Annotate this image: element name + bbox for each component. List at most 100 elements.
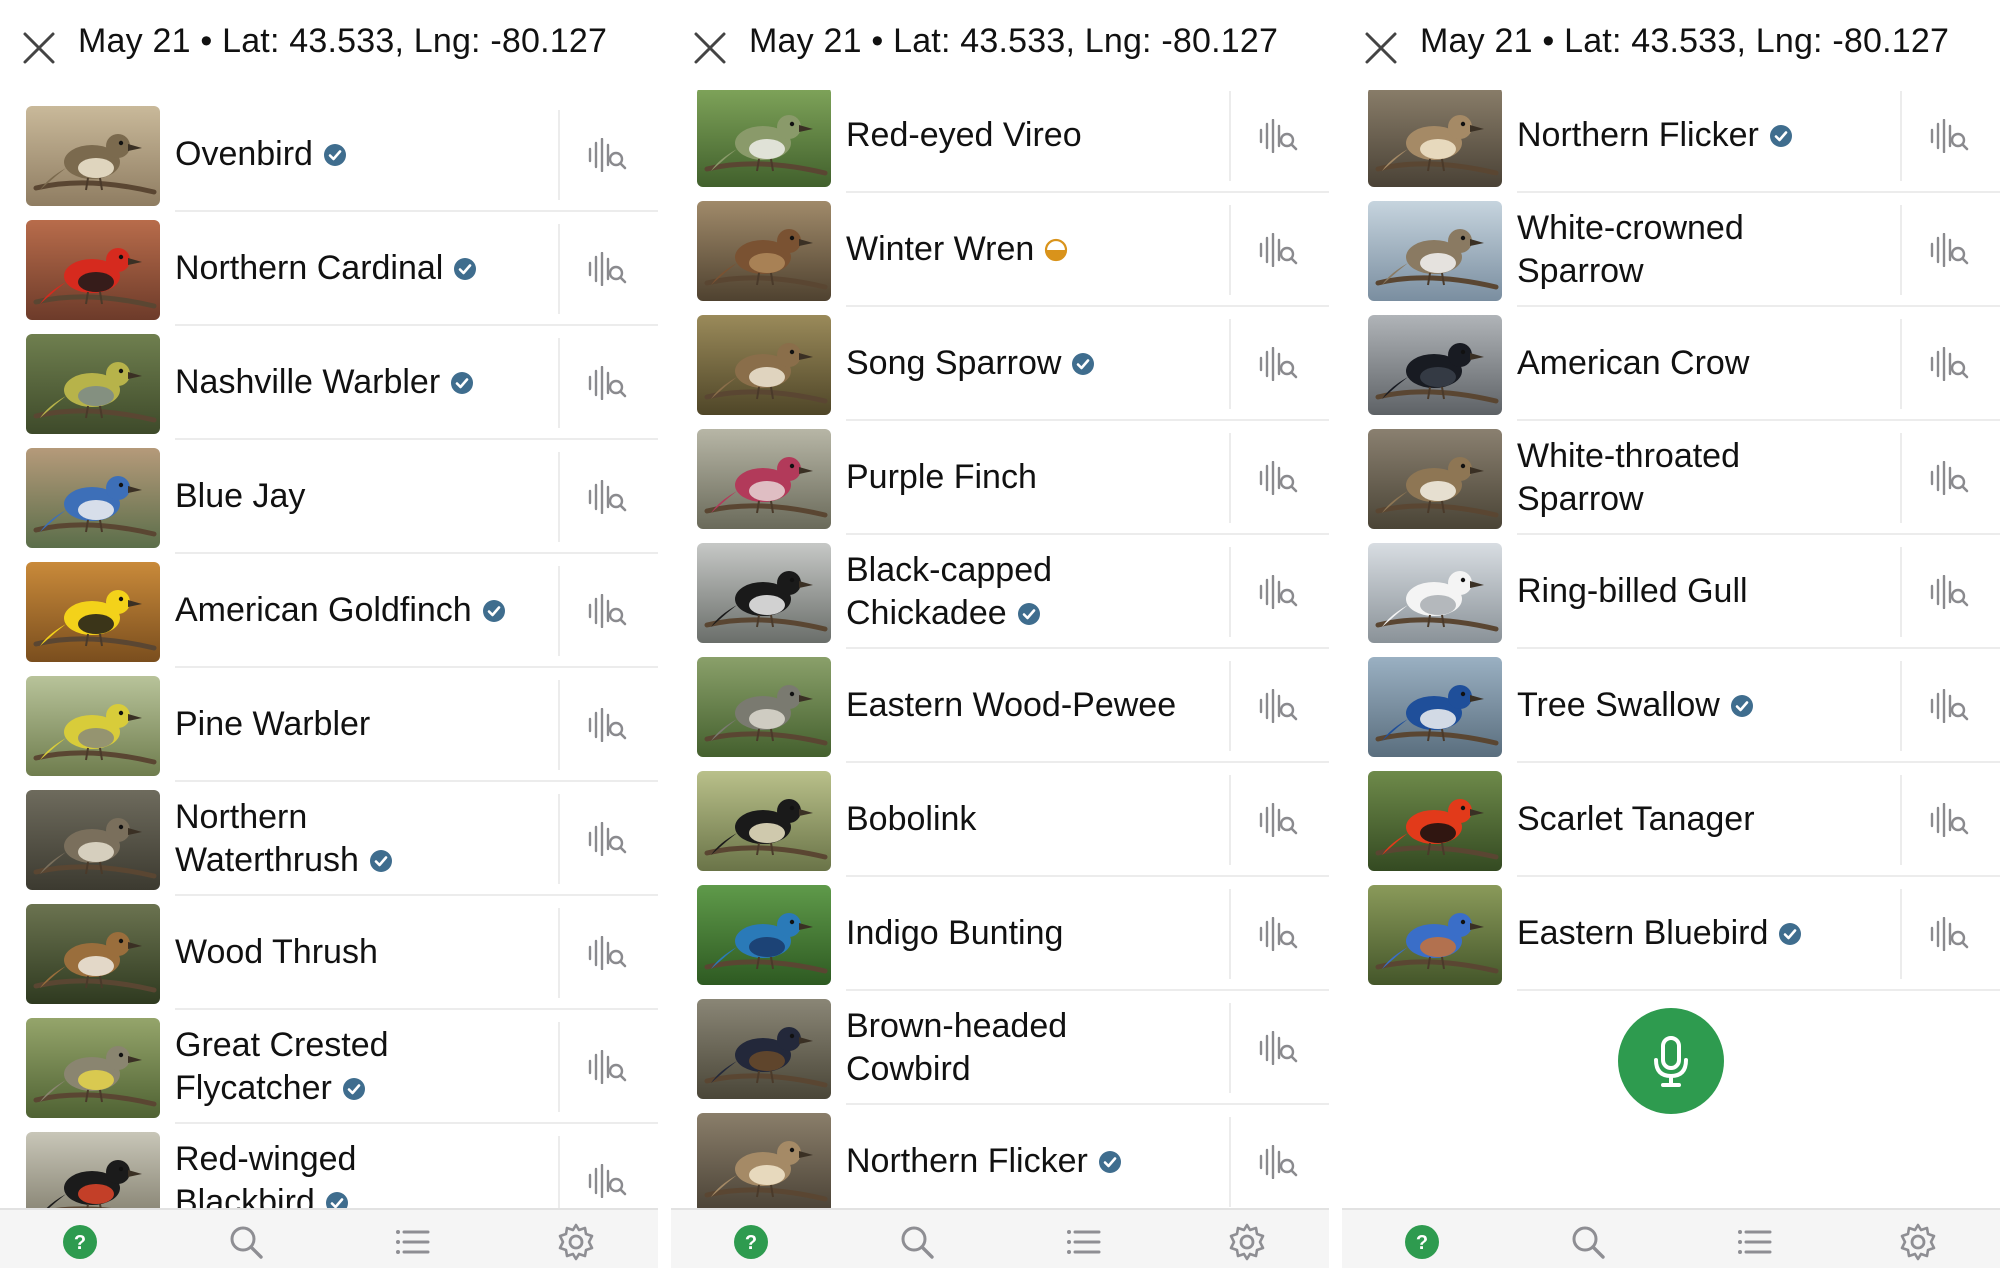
sound-search-icon[interactable] [1257,803,1299,837]
species-row[interactable]: White-throated Sparrow [1342,421,2000,535]
species-row[interactable]: Red-eyed Vireo [671,79,1329,193]
sound-search-icon[interactable] [1257,461,1299,495]
header: May 21 • Lat: 43.533, Lng: -80.127 [0,0,658,90]
species-name: Northern Flicker [846,1140,1122,1183]
species-row[interactable]: Ovenbird [0,98,658,212]
help-icon[interactable]: ? [731,1222,771,1262]
sound-search-icon[interactable] [586,708,628,742]
species-row[interactable]: White-crowned Sparrow [1342,193,2000,307]
close-icon[interactable] [693,31,727,65]
divider [558,1136,560,1208]
species-row[interactable]: Bobolink [671,763,1329,877]
search-icon[interactable] [897,1222,937,1262]
verified-check-icon [1098,1150,1122,1174]
bird-thumbnail [697,771,831,871]
help-icon[interactable]: ? [1402,1222,1442,1262]
species-list[interactable]: Red-eyed Vireo Winter Wren Song Sparrow Pur… [671,0,1329,1208]
sound-search-icon[interactable] [586,822,628,856]
list-icon[interactable] [1734,1222,1774,1262]
species-row[interactable]: Indigo Bunting [671,877,1329,991]
settings-icon[interactable] [1227,1222,1267,1262]
close-icon[interactable] [22,31,56,65]
species-row[interactable]: Northern Cardinal [0,212,658,326]
svg-text:?: ? [745,1232,757,1254]
species-row[interactable]: Blue Jay [0,440,658,554]
bird-thumbnail [697,429,831,529]
species-list[interactable]: Ovenbird Northern Cardinal Nashville Warbl… [0,0,658,1208]
divider [558,452,560,542]
sound-search-icon[interactable] [1928,233,1970,267]
help-icon[interactable]: ? [60,1222,100,1262]
species-row[interactable]: Pine Warbler [0,668,658,782]
sound-search-icon[interactable] [1257,233,1299,267]
sound-search-icon[interactable] [586,252,628,286]
sound-search-icon[interactable] [586,1164,628,1198]
species-list-screen-3: Northern Flicker White-crowned Sparrow Amer… [1342,0,2000,1268]
species-name-line: Ovenbird [175,135,313,173]
bird-thumbnail [26,220,160,320]
sound-search-icon[interactable] [1257,689,1299,723]
sound-search-icon[interactable] [586,480,628,514]
verified-check-icon [1071,352,1095,376]
record-button[interactable] [1618,1008,1724,1114]
species-row[interactable]: Black-capped Chickadee [671,535,1329,649]
settings-icon[interactable] [556,1222,596,1262]
species-row[interactable]: American Crow [1342,307,2000,421]
sound-search-icon[interactable] [586,1050,628,1084]
sound-search-icon[interactable] [1257,347,1299,381]
sound-search-icon[interactable] [1257,1145,1299,1179]
species-row[interactable]: Red-winged Blackbird [0,1124,658,1208]
species-name: American Crow [1517,342,1749,385]
species-row[interactable]: Nashville Warbler [0,326,658,440]
species-row[interactable]: Purple Finch [671,421,1329,535]
sound-search-icon[interactable] [1928,461,1970,495]
divider [1229,205,1231,295]
divider [1229,433,1231,523]
sound-search-icon[interactable] [1928,347,1970,381]
species-row[interactable]: Northern Waterthrush [0,782,658,896]
sound-search-icon[interactable] [1257,119,1299,153]
species-row[interactable]: Song Sparrow [671,307,1329,421]
sound-search-icon[interactable] [586,138,628,172]
species-row[interactable]: Brown-headed Cowbird [671,991,1329,1105]
species-name: Brown-headed Cowbird [846,1005,1067,1091]
species-row[interactable]: Northern Flicker [671,1105,1329,1208]
search-icon[interactable] [226,1222,266,1262]
sound-search-icon[interactable] [1928,917,1970,951]
sound-search-icon[interactable] [1928,575,1970,609]
search-icon[interactable] [1568,1222,1608,1262]
sound-search-icon[interactable] [1257,1031,1299,1065]
species-name-line: Great Crested [175,1026,389,1064]
bird-thumbnail [1368,885,1502,985]
species-row[interactable]: Scarlet Tanager [1342,763,2000,877]
sound-search-icon[interactable] [1928,119,1970,153]
species-row[interactable]: Eastern Wood-Pewee [671,649,1329,763]
species-row[interactable]: Great Crested Flycatcher [0,1010,658,1124]
species-row[interactable]: Ring-billed Gull [1342,535,2000,649]
species-row[interactable]: Winter Wren [671,193,1329,307]
species-row[interactable]: American Goldfinch [0,554,658,668]
verified-check-icon [1769,124,1793,148]
divider [1229,91,1231,181]
species-row[interactable]: Tree Swallow [1342,649,2000,763]
bird-thumbnail [26,1018,160,1118]
close-icon[interactable] [1364,31,1398,65]
sound-search-icon[interactable] [586,366,628,400]
species-name-line: Northern Flicker [846,1142,1088,1180]
divider [1229,319,1231,409]
settings-icon[interactable] [1898,1222,1938,1262]
species-name-line: Nashville Warbler [175,363,441,401]
sound-search-icon[interactable] [1928,689,1970,723]
sound-search-icon[interactable] [1928,803,1970,837]
list-icon[interactable] [1063,1222,1103,1262]
list-icon[interactable] [392,1222,432,1262]
species-row[interactable]: Northern Flicker [1342,79,2000,193]
sound-search-icon[interactable] [1257,575,1299,609]
sound-search-icon[interactable] [586,594,628,628]
species-name-line: Red-eyed Vireo [846,116,1082,154]
sound-search-icon[interactable] [1257,917,1299,951]
species-row[interactable]: Wood Thrush [0,896,658,1010]
species-row[interactable]: Eastern Bluebird [1342,877,2000,991]
sound-search-icon[interactable] [586,936,628,970]
header-title: May 21 • Lat: 43.533, Lng: -80.127 [1420,22,1950,60]
